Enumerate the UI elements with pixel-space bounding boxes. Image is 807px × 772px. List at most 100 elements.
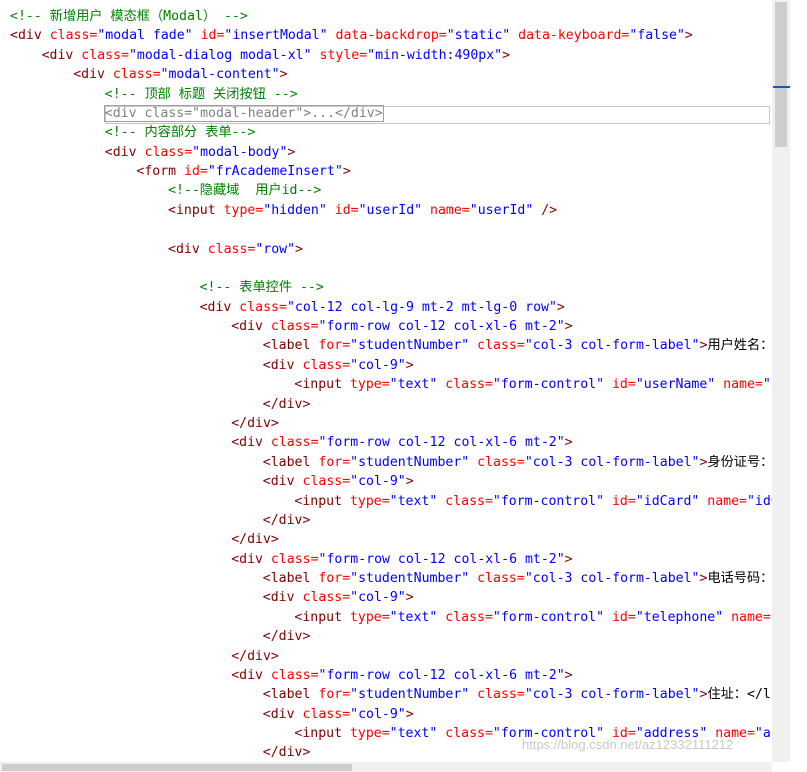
code-token-tag: > [405, 706, 414, 722]
code-line: <!--隐藏域 用户id--> [168, 181, 321, 200]
code-line: <!-- 顶部 标题 关闭按钮 --> [105, 85, 298, 104]
code-line: <!-- 新增用户 模态框（Modal） --> [10, 7, 248, 26]
code-token-value: "idC [746, 493, 772, 509]
code-line: <div class="modal-body"> [105, 143, 296, 162]
code-line: </div> [263, 743, 311, 762]
code-token-text: 电话号码： [707, 571, 772, 587]
code-token-value: "modal-dialog modal-xl" [128, 47, 312, 63]
code-token-tag: > [279, 67, 288, 83]
code-line: <div class="modal-content"> [73, 65, 287, 84]
code-token-tag: </div> [262, 629, 311, 645]
code-token-attr: class= [81, 47, 129, 63]
code-token-tag: <label [262, 338, 319, 354]
code-token-tag: > [564, 667, 573, 683]
code-token-tag: <div [73, 67, 113, 83]
code-token-comment: <!-- 内容部分 表单--> [104, 125, 256, 141]
code-token-tag: > [564, 551, 573, 567]
code-token-tag: > [684, 28, 693, 44]
code-token-tag: </div> [262, 512, 311, 528]
code-token-attr: class= [270, 667, 319, 683]
code-token-collapsed: <div class="modal-header">...</div> [103, 104, 384, 122]
code-token-value: "idCard" [635, 493, 700, 509]
code-token-attr: id= [604, 609, 636, 625]
code-token-value: "row" [255, 241, 296, 257]
code-token-value: "userName" [635, 377, 716, 393]
code-token-tag: > [502, 47, 511, 63]
code-line: </div> [263, 395, 311, 414]
code-token-tag: </div> [231, 415, 279, 431]
code-token-attr: class= [207, 241, 256, 257]
code-token-value: "col-3 col-form-label" [524, 571, 700, 587]
code-token-value: "modal-body" [192, 144, 288, 160]
code-token-attr: type= [349, 377, 390, 393]
code-token-value: "hidden" [263, 202, 327, 218]
code-line: <label for="studentNumber" class="col-3 … [263, 569, 772, 588]
horizontal-scrollbar-thumb[interactable] [2, 764, 352, 771]
code-token-attr: class= [302, 357, 351, 373]
code-token-value: "studentNumber" [350, 687, 470, 703]
code-token-attr: class= [437, 609, 493, 625]
code-token-value: "form-control" [492, 377, 605, 393]
code-token-text: 住址：</l [707, 687, 771, 703]
code-line: <label for="studentNumber" class="col-3 … [263, 685, 771, 704]
code-token-value: "col-3 col-form-label" [524, 338, 700, 354]
code-token-attr: class= [270, 551, 319, 567]
code-line: <div class="col-9"> [263, 472, 414, 491]
code-token-attr: class= [469, 454, 525, 470]
code-token-value: "userId" [358, 202, 423, 218]
code-line: <div class="modal-dialog modal-xl" style… [42, 46, 510, 65]
code-token-attr: type= [223, 202, 264, 218]
code-token-tag: <div [262, 706, 303, 722]
code-token-comment: <!-- 表单控件 --> [199, 280, 324, 296]
code-token-tag: </div> [231, 648, 279, 664]
code-token-attr: class= [270, 435, 319, 451]
code-token-value: "text" [389, 609, 438, 625]
code-token-value: "form-row col-12 col-xl-6 mt-2" [318, 667, 565, 683]
code-line: <div class="form-row col-12 col-xl-6 mt-… [231, 666, 572, 685]
code-line: <input type="hidden" id="userId" name="u… [168, 201, 557, 220]
code-token-attr: class= [270, 319, 319, 335]
code-token-attr: class= [49, 28, 98, 44]
code-token-value: "userId" [469, 202, 534, 218]
code-token-attr: data-keyboard= [510, 28, 630, 44]
code-token-attr: for= [318, 687, 351, 703]
code-token-value: "col-12 col-lg-9 mt-2 mt-lg-0 row" [286, 299, 557, 315]
code-token-attr: class= [112, 67, 161, 83]
code-token-attr: name= [715, 377, 763, 393]
code-token-tag: <input [294, 377, 350, 393]
code-line: <input type="text" class="form-control" … [294, 375, 772, 394]
code-token-attr: style= [311, 47, 368, 63]
code-token-attr: name= [723, 609, 771, 625]
code-line: <label for="studentNumber" class="col-3 … [263, 336, 772, 355]
code-token-value: "form-row col-12 col-xl-6 mt-2" [318, 551, 565, 567]
code-line: <div class="modal-header">...</div> [103, 104, 384, 123]
code-line: </div> [231, 414, 279, 433]
code-token-comment: <!-- 新增用户 模态框（Modal） --> [10, 9, 248, 24]
code-token-tag: <div [41, 47, 82, 63]
code-token-attr: id= [604, 493, 636, 509]
code-token-tag: > [405, 474, 414, 490]
code-line: <div class="row"> [168, 240, 303, 259]
code-token-tag: <div [168, 241, 208, 257]
code-token-value: "text" [389, 493, 438, 509]
code-token-value: "form-row col-12 col-xl-6 mt-2" [318, 319, 565, 335]
code-token-comment: <!--隐藏域 用户id--> [168, 183, 322, 199]
code-token-tag: > [295, 241, 303, 257]
code-editor[interactable]: <!-- 新增用户 模态框（Modal） --> <div class="moda… [0, 0, 772, 762]
code-line: <label for="studentNumber" class="col-3 … [263, 453, 772, 472]
code-token-attr: class= [469, 338, 525, 354]
code-token-attr: name= [422, 202, 470, 218]
code-token-value: "static" [446, 28, 511, 44]
code-token-value: "text" [389, 377, 438, 393]
code-token-tag: <div [231, 435, 271, 451]
code-token-tag: <div [231, 667, 271, 683]
code-token-value: "ac [754, 726, 772, 742]
code-line: <div class="form-row col-12 col-xl-6 mt-… [231, 550, 572, 569]
code-token-attr: id= [604, 377, 636, 393]
code-token-value: "col-9" [350, 590, 406, 606]
code-line: <input type="text" class="form-control" … [294, 492, 772, 511]
vertical-scrollbar-thumb[interactable] [775, 2, 787, 147]
code-token-attr: type= [349, 609, 390, 625]
code-token-text: 用户姓名： [707, 338, 772, 354]
code-token-tag: <input [294, 609, 350, 625]
